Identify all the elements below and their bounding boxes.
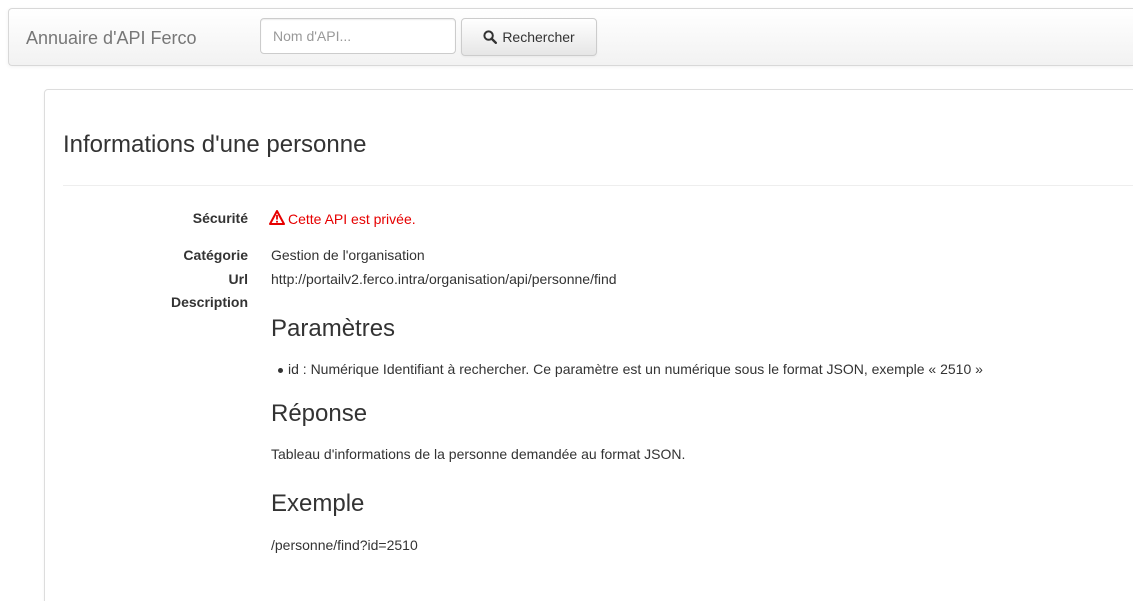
page-title: Informations d'une personne xyxy=(63,131,367,158)
title-divider xyxy=(63,185,1133,186)
url-value: http://portailv2.ferco.intra/organisatio… xyxy=(271,271,617,287)
example-text: /personne/find?id=2510 xyxy=(271,537,418,553)
parameters-heading: Paramètres xyxy=(271,315,396,342)
api-search-input[interactable] xyxy=(260,18,456,54)
example-heading: Exemple xyxy=(271,490,365,517)
security-label: Sécurité xyxy=(192,210,248,226)
security-value: Cette API est privée. xyxy=(269,210,416,228)
category-label: Catégorie xyxy=(183,247,248,263)
navbar-brand[interactable]: Annuaire d'API Ferco xyxy=(26,28,197,49)
search-button-label: Rechercher xyxy=(502,29,575,45)
warning-triangle-icon xyxy=(269,210,285,228)
search-button[interactable]: Rechercher xyxy=(461,18,597,56)
top-navbar: Annuaire d'API Ferco Rechercher xyxy=(8,8,1133,66)
response-heading: Réponse xyxy=(271,400,368,427)
parameter-item: id : Numérique Identifiant à rechercher.… xyxy=(278,361,983,377)
description-label: Description xyxy=(170,294,248,310)
category-value: Gestion de l'organisation xyxy=(271,247,425,263)
security-text: Cette API est privée. xyxy=(288,211,416,227)
url-label: Url xyxy=(228,271,248,287)
magnifier-icon xyxy=(483,30,498,44)
response-text: Tableau d'informations de la personne de… xyxy=(271,446,686,462)
api-detail-panel xyxy=(44,89,1133,601)
